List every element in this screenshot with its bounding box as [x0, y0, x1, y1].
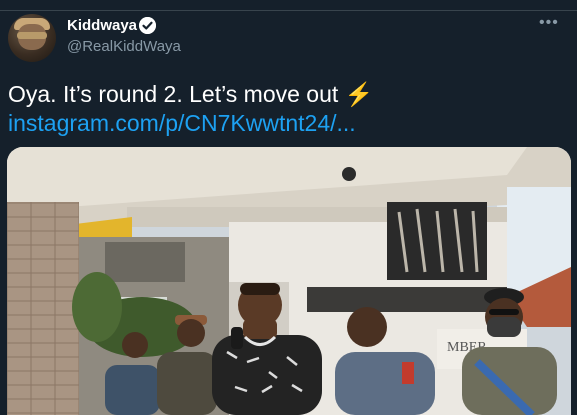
verified-badge-icon	[139, 17, 156, 34]
lightning-emoji-icon: ⚡	[344, 81, 374, 107]
photo-illustration: MBER	[7, 147, 571, 415]
divider	[0, 10, 577, 11]
user-handle[interactable]: @RealKiddWaya	[67, 38, 181, 55]
tweet-link[interactable]: instagram.com/p/CN7Kwwtnt24/...	[8, 109, 356, 137]
tweet-photo[interactable]: MBER	[7, 147, 571, 415]
display-name[interactable]: Kiddwaya	[67, 17, 137, 34]
more-icon[interactable]: •••	[539, 14, 559, 32]
avatar-glasses	[17, 32, 47, 39]
tweet[interactable]: Kiddwaya @RealKiddWaya ••• Oya. It’s rou…	[0, 0, 577, 415]
tweet-text: Oya. It’s round 2. Let’s move out ⚡	[8, 80, 373, 108]
tweet-text-body: Oya. It’s round 2. Let’s move out	[8, 81, 339, 107]
avatar[interactable]	[8, 14, 56, 62]
